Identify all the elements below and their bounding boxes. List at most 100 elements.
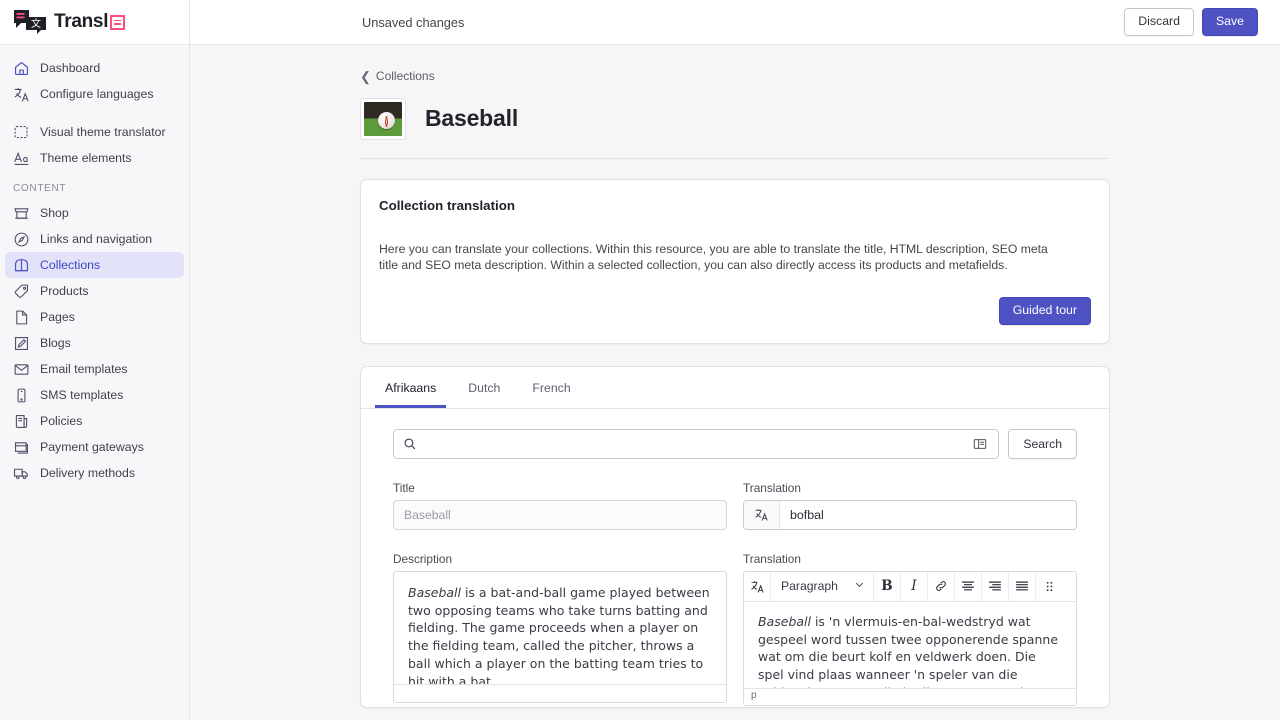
- collection-icon: [13, 257, 30, 274]
- translation-panel: Search Title Translation: [361, 409, 1109, 706]
- main-region: Unsaved changes Discard Save ❮ Collectio…: [190, 0, 1280, 720]
- sidebar-item-visual-theme-translator[interactable]: Visual theme translator: [5, 119, 184, 145]
- sidebar-divider: [0, 107, 189, 119]
- payment-card-icon: [13, 439, 30, 456]
- sidebar-section-content-title: CONTENT: [13, 183, 67, 194]
- description-emphasis: Baseball: [408, 584, 461, 600]
- sidebar-item-links-and-navigation[interactable]: Links and navigation: [5, 226, 184, 252]
- sidebar-item-dashboard[interactable]: Dashboard: [5, 55, 184, 81]
- translation-chat-logo-icon: 文: [13, 9, 47, 35]
- save-button[interactable]: Save: [1201, 8, 1258, 36]
- square-badge-icon: [110, 14, 126, 30]
- block-format-value: Paragraph: [781, 579, 838, 594]
- title-field-row: Title Translation: [393, 481, 1077, 530]
- truck-icon: [13, 465, 30, 482]
- sidebar-nav-content: Shop Links and navigation Collections Pr…: [0, 200, 189, 486]
- sidebar-item-label: Products: [40, 284, 89, 298]
- store-icon: [13, 205, 30, 222]
- tab-afrikaans[interactable]: Afrikaans: [375, 367, 447, 408]
- translate-icon: [13, 86, 30, 103]
- language-tabbar: Afrikaans Dutch French: [361, 367, 1109, 409]
- align-center-icon[interactable]: [955, 571, 982, 601]
- sidebar-item-theme-elements[interactable]: Theme elements: [5, 145, 184, 171]
- unsaved-changes-label: Unsaved changes: [362, 14, 465, 30]
- italic-button[interactable]: I: [901, 571, 928, 601]
- search-row: Search: [393, 428, 1077, 459]
- description-col: Description Baseball is a bat-and-ball g…: [393, 552, 727, 706]
- block-format-select[interactable]: Paragraph: [771, 571, 874, 601]
- tab-dutch[interactable]: Dutch: [458, 367, 510, 408]
- rich-text-toolbar: Paragraph B I: [744, 571, 1076, 602]
- guided-tour-button[interactable]: Guided tour: [998, 297, 1091, 325]
- link-icon[interactable]: [928, 571, 955, 601]
- sidebar-item-sms-templates[interactable]: SMS templates: [5, 382, 184, 408]
- translate-icon[interactable]: [744, 571, 771, 601]
- title-translation-input[interactable]: [780, 500, 1076, 529]
- sidebar-item-pages[interactable]: Pages: [5, 304, 184, 330]
- content-column: ❮ Collections Baseball Collection transl…: [360, 45, 1110, 708]
- align-right-icon[interactable]: [982, 571, 1009, 601]
- top-bar: Unsaved changes Discard Save: [190, 0, 1280, 45]
- sidebar-item-email-templates[interactable]: Email templates: [5, 356, 184, 382]
- page-title: Baseball: [425, 105, 519, 131]
- title-input[interactable]: [393, 499, 727, 530]
- search-input[interactable]: [417, 436, 971, 451]
- policy-scroll-icon: [13, 413, 30, 430]
- description-statusbar: [394, 683, 726, 702]
- search-icon: [403, 437, 417, 451]
- bold-button[interactable]: B: [874, 571, 901, 601]
- rich-text-statusbar: p: [744, 687, 1076, 705]
- compass-icon: [13, 231, 30, 248]
- mobile-icon: [13, 387, 30, 404]
- sidebar-item-label: Theme elements: [40, 151, 132, 165]
- info-card-body: Here you can translate your collections.…: [379, 241, 1048, 272]
- translate-icon[interactable]: [744, 500, 780, 529]
- home-icon: [13, 60, 30, 77]
- sidebar-item-label: SMS templates: [40, 388, 124, 402]
- sidebar-item-label: Collections: [40, 258, 101, 272]
- description-label: Description: [393, 551, 453, 566]
- title-field-col: Title: [393, 481, 727, 530]
- chevron-down-icon: [854, 579, 865, 593]
- sidebar-item-label: Payment gateways: [40, 440, 144, 454]
- grip-dots-icon[interactable]: [1036, 572, 1063, 601]
- description-text: Baseball is a bat-and-ball game played b…: [394, 572, 726, 691]
- page-header: Baseball: [360, 86, 1110, 159]
- sidebar-item-label: Dashboard: [40, 61, 101, 75]
- rich-text-editor: Paragraph B I Baseball is 'n vlermuis-en…: [743, 570, 1077, 706]
- sidebar-item-products[interactable]: Products: [5, 278, 184, 304]
- sidebar-item-policies[interactable]: Policies: [5, 408, 184, 434]
- search-button[interactable]: Search: [1008, 428, 1077, 459]
- app-root: 文 Transl Dashboard Configure languages V…: [0, 0, 1280, 720]
- rich-text-body[interactable]: Baseball is 'n vlermuis-en-bal-wedstryd …: [744, 602, 1076, 688]
- title-translation-wrapper: [743, 499, 1077, 530]
- sidebar-item-payment-gateways[interactable]: Payment gateways: [5, 434, 184, 460]
- typography-icon: [13, 150, 30, 167]
- brand-header[interactable]: 文 Transl: [0, 0, 189, 45]
- blog-edit-icon: [13, 335, 30, 352]
- sidebar-item-shop[interactable]: Shop: [5, 200, 184, 226]
- search-field-wrapper[interactable]: [393, 428, 1000, 459]
- description-translation-label: Translation: [743, 551, 801, 566]
- svg-text:文: 文: [31, 17, 41, 30]
- description-readonly-box: Baseball is a bat-and-ball game played b…: [393, 570, 727, 703]
- sidebar-item-collections[interactable]: Collections: [5, 252, 184, 278]
- theme-edit-icon: [13, 124, 30, 141]
- breadcrumb[interactable]: ❮ Collections: [360, 67, 435, 85]
- sidebar-item-label: Links and navigation: [40, 232, 153, 246]
- baseball-thumbnail: [360, 97, 406, 140]
- sidebar-item-delivery-methods[interactable]: Delivery methods: [5, 460, 184, 486]
- sidebar-item-configure-languages[interactable]: Configure languages: [5, 81, 184, 107]
- thumbnail-image: [364, 101, 402, 136]
- discard-button[interactable]: Discard: [1124, 8, 1194, 36]
- sidebar-nav-primary: Dashboard Configure languages Visual the…: [0, 45, 189, 171]
- tab-french[interactable]: French: [522, 367, 580, 408]
- sidebar-item-label: Email templates: [40, 362, 128, 376]
- align-justify-icon[interactable]: [1009, 571, 1036, 601]
- sidebar-item-blogs[interactable]: Blogs: [5, 330, 184, 356]
- sidebar-item-label: Visual theme translator: [40, 125, 166, 139]
- info-card-actions: Guided tour: [379, 297, 1091, 325]
- layout-panel-icon[interactable]: [970, 434, 990, 454]
- title-translation-col: Translation: [743, 481, 1077, 530]
- collection-translation-info-card: Collection translation Here you can tran…: [360, 178, 1110, 344]
